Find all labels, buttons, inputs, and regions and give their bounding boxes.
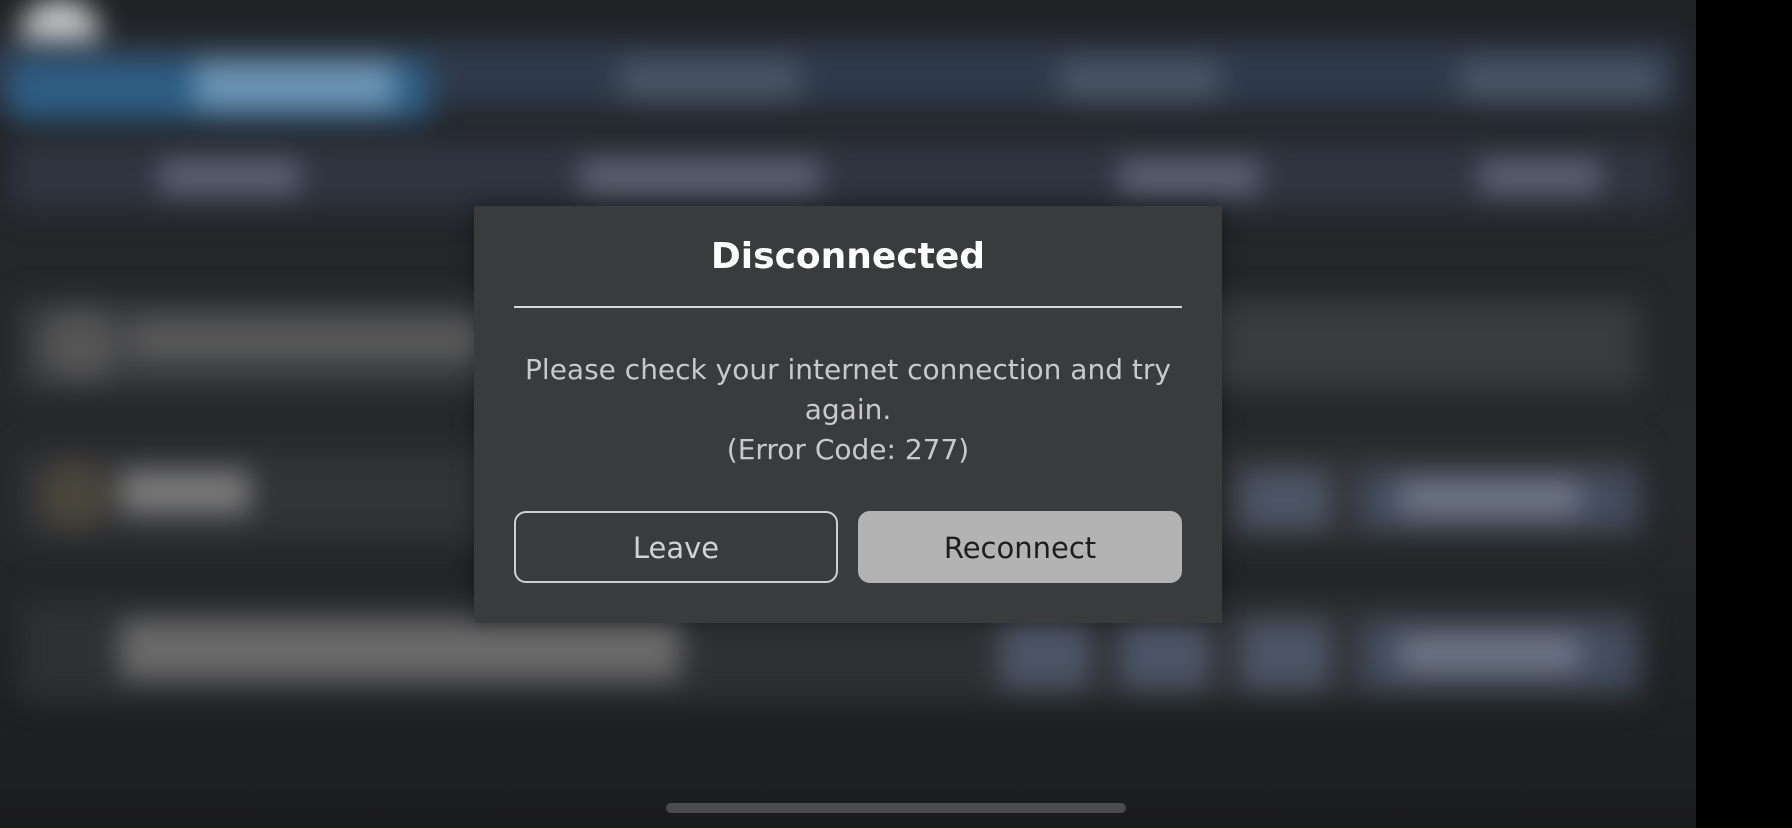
home-indicator[interactable]: [666, 803, 1126, 813]
dialog-message-line: Please check your internet connection an…: [525, 353, 1171, 386]
dialog-message-line: again.: [804, 393, 892, 426]
disconnected-dialog: Disconnected Please check your internet …: [474, 206, 1222, 623]
reconnect-button[interactable]: Reconnect: [858, 511, 1182, 583]
dialog-message: Please check your internet connection an…: [514, 350, 1182, 470]
screen-edge: [1696, 0, 1792, 828]
error-code: (Error Code: 277): [726, 433, 970, 466]
screen: Disconnected Please check your internet …: [0, 0, 1792, 828]
dialog-divider: [514, 306, 1182, 308]
dialog-title: Disconnected: [710, 236, 986, 277]
leave-button[interactable]: Leave: [514, 511, 838, 583]
